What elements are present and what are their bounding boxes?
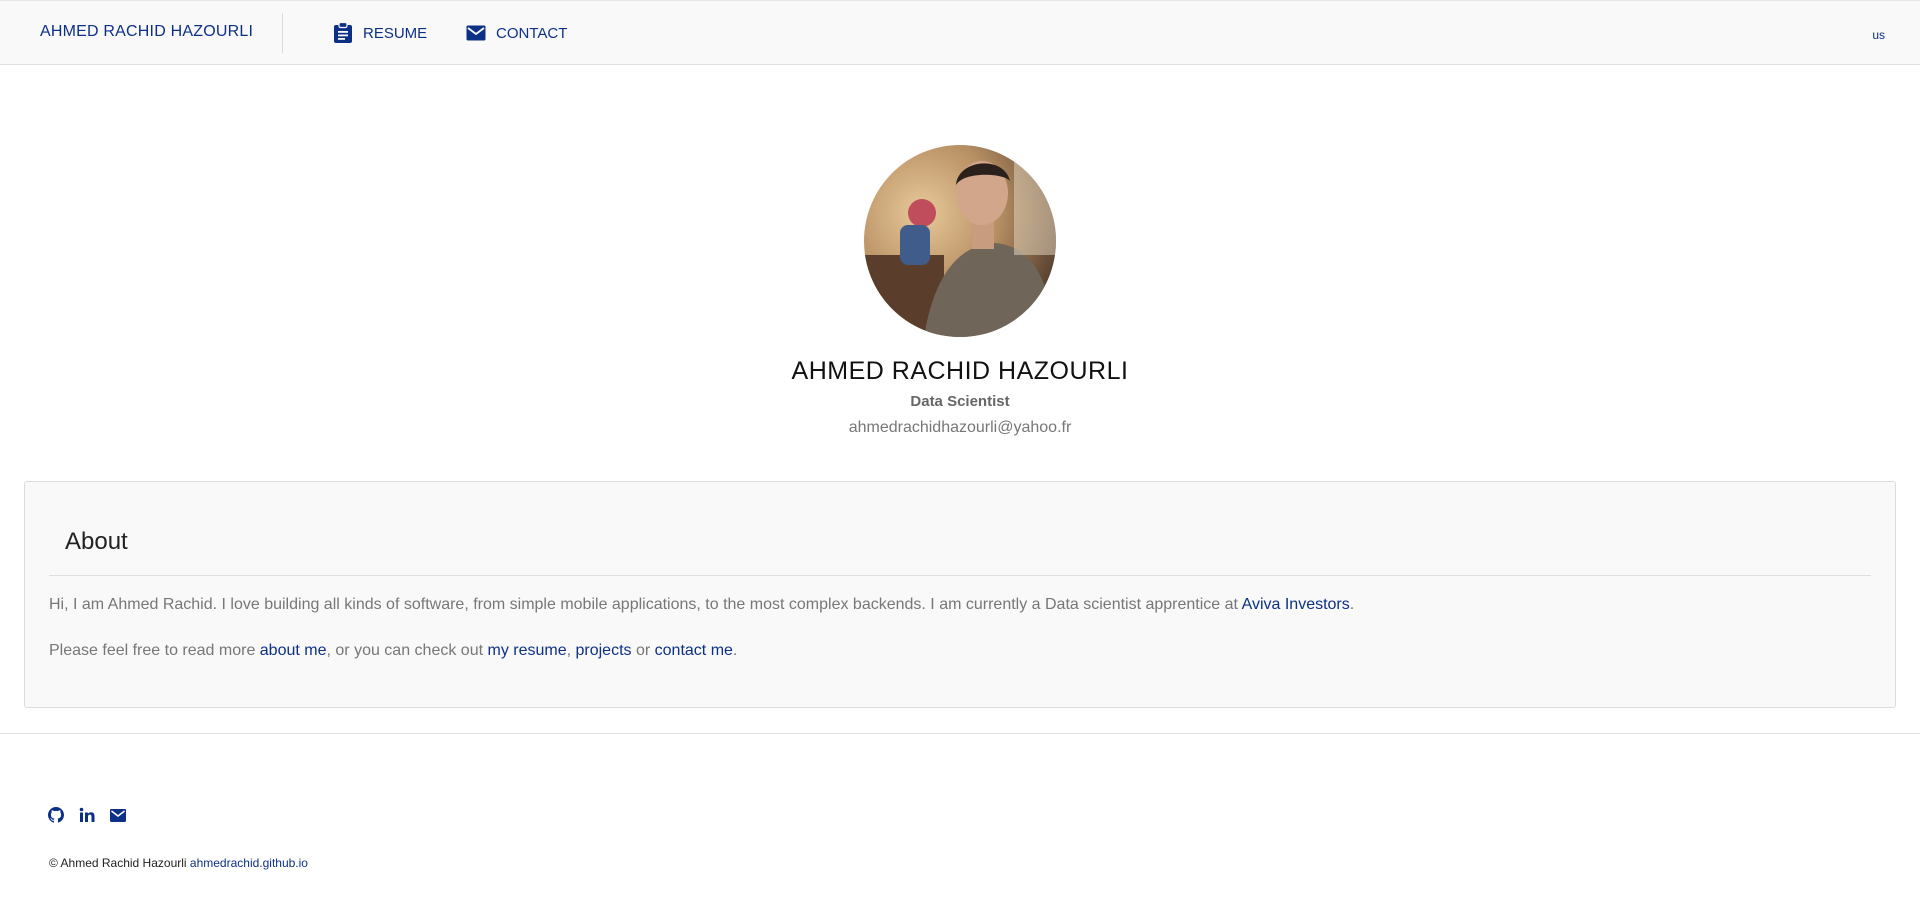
about-p2-mid: , or you can check out — [326, 642, 488, 659]
github-icon — [48, 807, 64, 827]
mail-icon — [110, 809, 126, 826]
brand-link[interactable]: AHMED RACHID HAZOURLI — [40, 23, 253, 41]
site-link[interactable]: ahmedrachid.github.io — [190, 856, 308, 870]
github-link[interactable] — [48, 807, 64, 828]
nav-resume-link[interactable]: RESUME — [333, 21, 427, 45]
linkedin-icon — [79, 807, 95, 827]
about-card: About Hi, I am Ahmed Rachid. I love buil… — [24, 481, 1896, 708]
copyright: © Ahmed Rachid Hazourli ahmedrachid.gith… — [49, 856, 308, 870]
copyright-text: © Ahmed Rachid Hazourli — [49, 856, 190, 870]
nav-contact-link[interactable]: CONTACT — [466, 21, 567, 45]
projects-link[interactable]: projects — [576, 642, 632, 659]
aviva-investors-link[interactable]: Aviva Investors — [1242, 596, 1350, 613]
profile-photo — [864, 145, 1056, 337]
about-paragraph-1: Hi, I am Ahmed Rachid. I love building a… — [49, 596, 1354, 614]
profile-email: ahmedrachidhazourli@yahoo.fr — [848, 419, 1072, 436]
linkedin-link[interactable] — [79, 807, 95, 828]
mail-icon — [466, 25, 486, 41]
top-navbar: AHMED RACHID HAZOURLI RESUME CONTACT us — [0, 0, 1920, 65]
nav-resume-label: RESUME — [363, 24, 428, 42]
footer-divider — [0, 733, 1920, 734]
about-me-link[interactable]: about me — [260, 642, 327, 659]
about-p2-start: Please feel free to read more — [49, 642, 260, 659]
about-p1-end: . — [1349, 596, 1355, 613]
profile-name: AHMED RACHID HAZOURLI — [791, 357, 1129, 385]
clipboard-icon — [333, 22, 353, 44]
nav-contact-label: CONTACT — [496, 24, 568, 42]
contact-me-link[interactable]: contact me — [655, 642, 733, 659]
about-divider — [49, 575, 1871, 576]
language-selector[interactable]: us — [1872, 28, 1885, 42]
about-p2-end: . — [732, 642, 738, 659]
about-p2-or: or — [631, 642, 655, 659]
my-resume-link[interactable]: my resume — [487, 642, 566, 659]
about-p1-text: Hi, I am Ahmed Rachid. I love building a… — [49, 596, 1242, 613]
about-paragraph-2: Please feel free to read more about me, … — [49, 642, 737, 660]
about-p2-comma: , — [566, 642, 576, 659]
nav-divider — [282, 13, 283, 53]
about-heading: About — [65, 528, 128, 555]
profile-title: Data Scientist — [910, 393, 1010, 410]
email-link[interactable] — [110, 807, 126, 827]
